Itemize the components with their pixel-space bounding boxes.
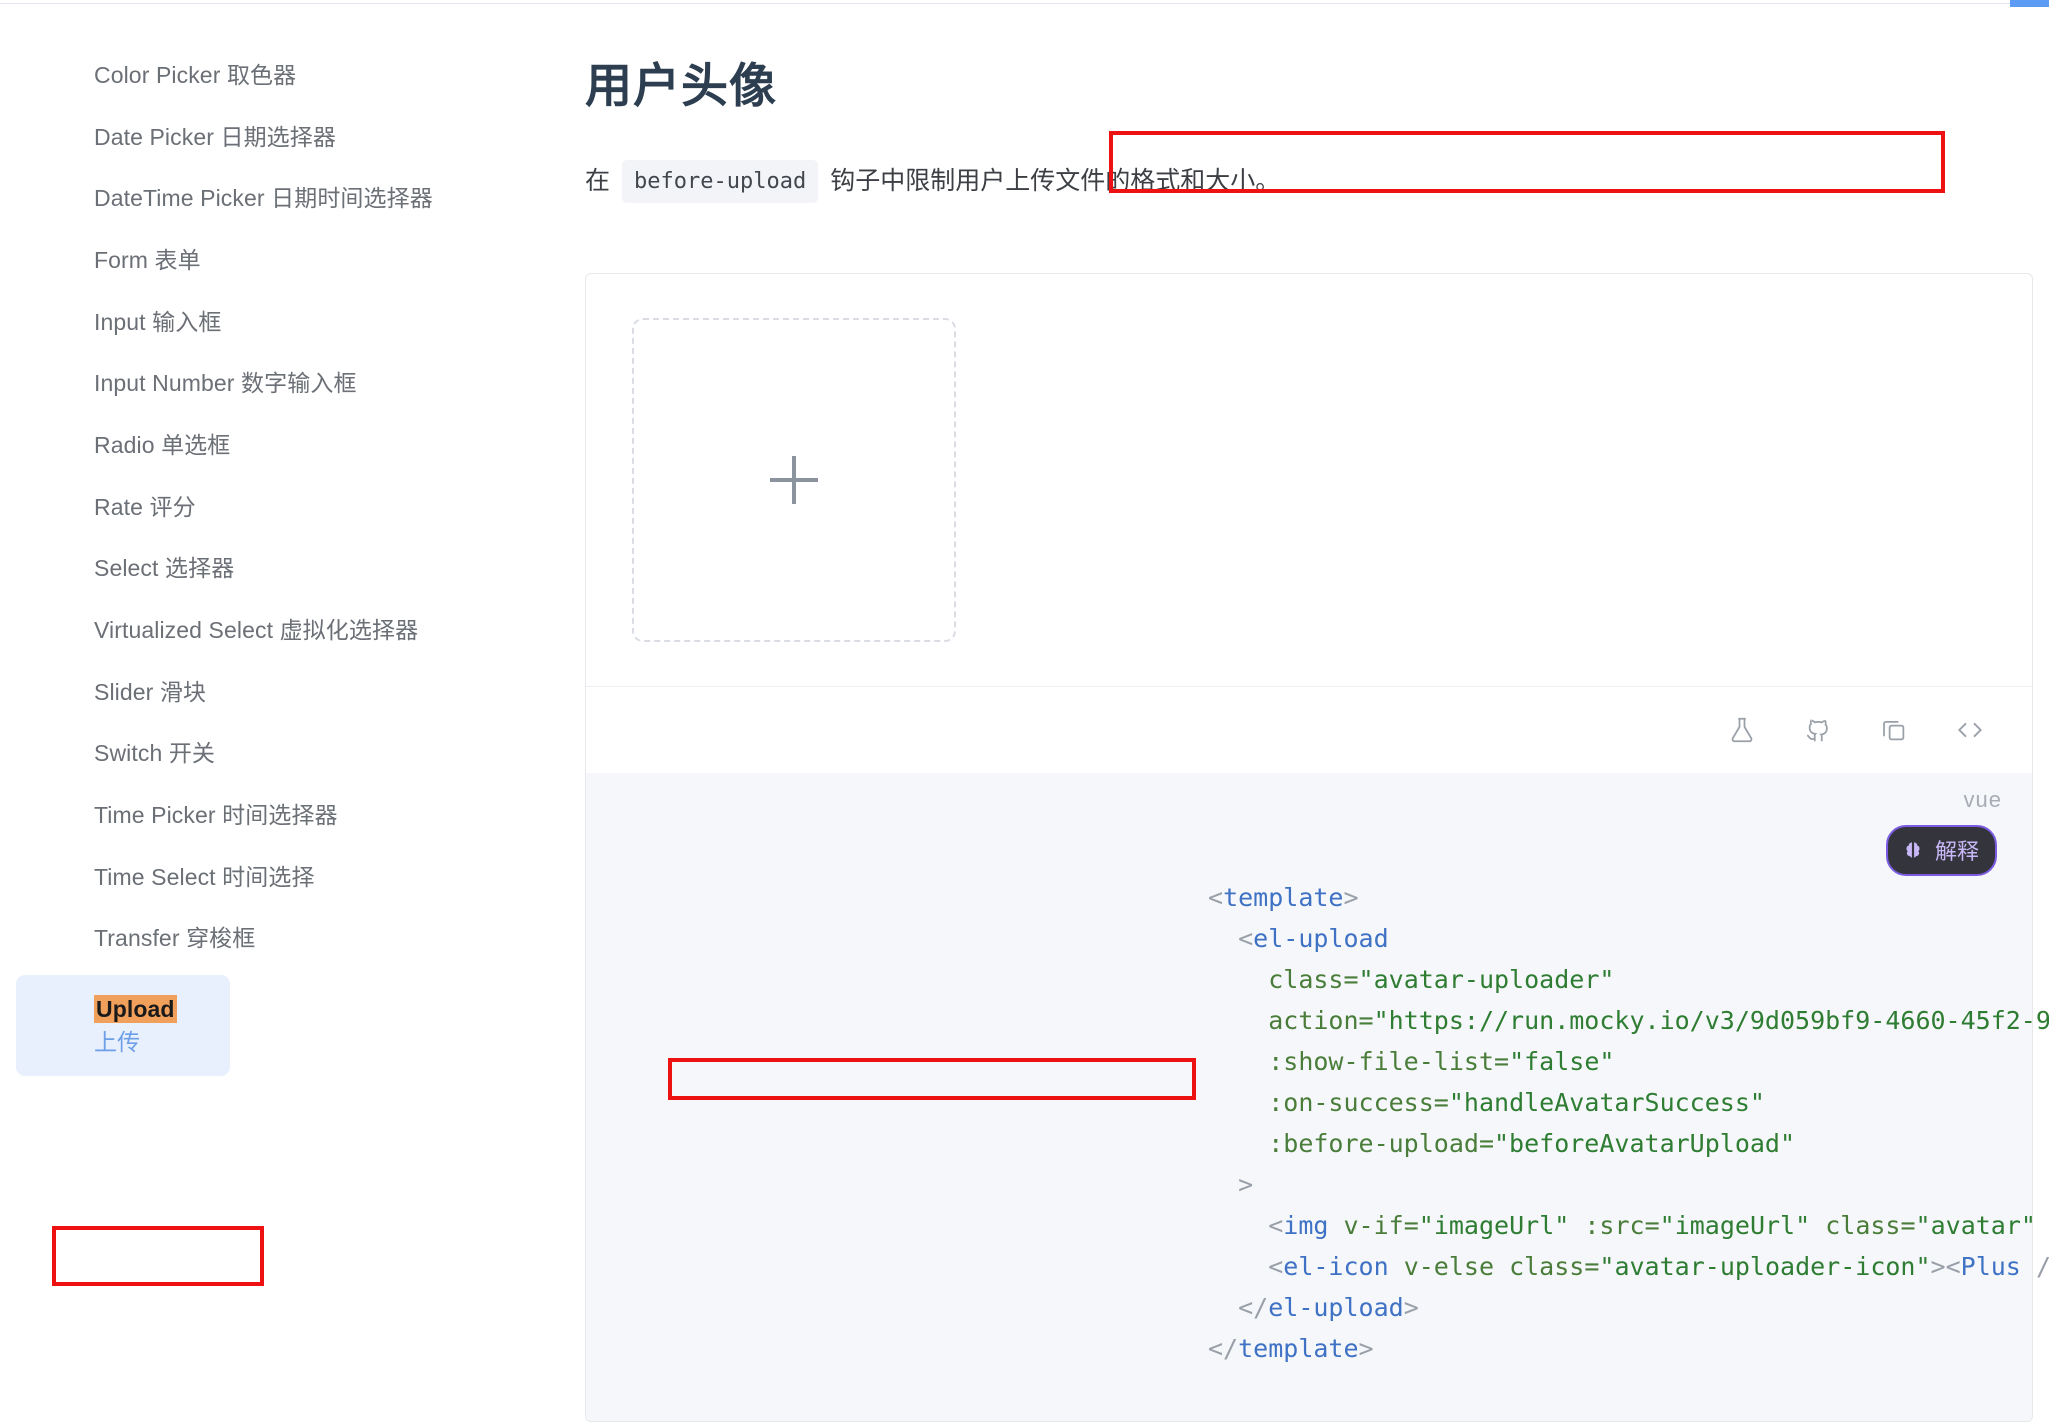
sidebar-item-date-picker[interactable]: Date Picker 日期选择器 xyxy=(16,112,500,163)
explain-button-label: 解释 xyxy=(1935,834,1979,866)
sidebar-item-switch[interactable]: Switch 开关 xyxy=(16,728,500,779)
sidebar-item-form[interactable]: Form 表单 xyxy=(16,235,500,286)
code-language-label: vue xyxy=(1964,787,2002,813)
sidebar-item-virtualized-select[interactable]: Virtualized Select 虚拟化选择器 xyxy=(16,605,500,656)
code-line: <el-upload xyxy=(1208,918,2032,959)
code-line: :on-success="handleAvatarSuccess" xyxy=(1208,1082,2032,1123)
code-line: action="https://run.mocky.io/v3/9d059bf9… xyxy=(1208,1000,2032,1041)
page-title: 用户头像 xyxy=(585,47,2029,116)
explain-button[interactable]: 解释 xyxy=(1886,825,1997,876)
main-content: 用户头像 在 before-upload 钩子中限制用户上传文件的格式和大小。 xyxy=(560,5,2049,1333)
sidebar-item-label: Transfer 穿梭框 xyxy=(94,925,255,951)
code-block[interactable]: <template> <el-upload class="avatar-uplo… xyxy=(586,877,2032,1369)
flask-icon[interactable] xyxy=(1726,714,1758,746)
brain-icon xyxy=(1900,839,1926,861)
sidebar-item-color-picker[interactable]: Color Picker 取色器 xyxy=(16,59,500,101)
sidebar-item-datetime-picker[interactable]: DateTime Picker 日期时间选择器 xyxy=(16,173,500,224)
code-panel: vue 解释 <template> <el-upload class="avat… xyxy=(586,773,2032,1421)
sidebar-item-label: Switch 开关 xyxy=(94,740,215,766)
sidebar-item-radio[interactable]: Radio 单选框 xyxy=(16,420,500,471)
description-suffix: 钩子中限制用户上传文件的格式和大小。 xyxy=(830,163,1280,201)
sidebar-item-input[interactable]: Input 输入框 xyxy=(16,297,500,348)
page-root: Color Picker 取色器 Date Picker 日期选择器 DateT… xyxy=(0,5,2049,1333)
sidebar-item-label: Slider 滑块 xyxy=(94,679,206,705)
code-line: <template> xyxy=(1208,877,2032,918)
code-line: > xyxy=(1208,1164,2032,1205)
sidebar-item-label: Form 表单 xyxy=(94,247,201,273)
sidebar-item-slider[interactable]: Slider 滑块 xyxy=(16,667,500,718)
demo-card: vue 解释 <template> <el-upload class="avat… xyxy=(585,273,2033,1422)
inline-code-before-upload: before-upload xyxy=(622,160,818,203)
description-prefix: 在 xyxy=(585,163,610,201)
code-line: :show-file-list="false" xyxy=(1208,1041,2032,1082)
code-line: <el-icon v-else class="avatar-uploader-i… xyxy=(1208,1246,2032,1287)
annotation-box-upload-nav xyxy=(52,1226,264,1286)
code-line: </el-upload> xyxy=(1208,1287,2032,1328)
code-line-before-upload: :before-upload="beforeAvatarUpload" xyxy=(1208,1123,2032,1164)
code-line: <img v-if="imageUrl" :src="imageUrl" cla… xyxy=(1208,1205,2032,1246)
sidebar-item-label: Time Picker 时间选择器 xyxy=(94,802,338,828)
sidebar-item-label: Input 输入框 xyxy=(94,309,221,335)
sidebar-item-select[interactable]: Select 选择器 xyxy=(16,543,500,594)
sidebar-item-label: Select 选择器 xyxy=(94,555,234,581)
sidebar-item-label-en: Upload xyxy=(94,995,177,1023)
demo-toolbar xyxy=(586,687,2032,773)
sidebar-item-label: DateTime Picker 日期时间选择器 xyxy=(94,185,433,211)
sidebar-item-time-picker[interactable]: Time Picker 时间选择器 xyxy=(16,790,500,841)
sidebar-item-upload[interactable]: Upload 上传 xyxy=(16,975,230,1076)
sidebar-item-label: Virtualized Select 虚拟化选择器 xyxy=(94,617,418,643)
plus-icon xyxy=(770,456,818,504)
code-line: class="avatar-uploader" xyxy=(1208,959,2032,1000)
sidebar-item-label: Color Picker 取色器 xyxy=(94,62,296,88)
description-paragraph: 在 before-upload 钩子中限制用户上传文件的格式和大小。 xyxy=(585,160,2029,203)
sidebar-item-transfer[interactable]: Transfer 穿梭框 xyxy=(16,913,500,964)
code-brackets-icon[interactable] xyxy=(1954,714,1986,746)
sidebar-item-label-cn: 上传 xyxy=(94,1029,140,1055)
sidebar: Color Picker 取色器 Date Picker 日期选择器 DateT… xyxy=(0,5,560,1333)
sidebar-item-rate[interactable]: Rate 评分 xyxy=(16,482,500,533)
github-icon[interactable] xyxy=(1802,714,1834,746)
sidebar-item-input-number[interactable]: Input Number 数字输入框 xyxy=(16,358,500,409)
avatar-uploader-dropzone[interactable] xyxy=(632,318,956,642)
copy-icon[interactable] xyxy=(1878,714,1910,746)
sidebar-item-label: Date Picker 日期选择器 xyxy=(94,124,336,150)
code-line: </template> xyxy=(1208,1328,2032,1369)
sidebar-item-label: Rate 评分 xyxy=(94,494,196,520)
sidebar-item-label: Radio 单选框 xyxy=(94,432,230,458)
sidebar-item-time-select[interactable]: Time Select 时间选择 xyxy=(16,852,500,903)
demo-preview-area xyxy=(586,274,2032,687)
top-divider xyxy=(0,3,2049,4)
sidebar-item-label: Time Select 时间选择 xyxy=(94,864,315,890)
sidebar-nav-list: Color Picker 取色器 Date Picker 日期选择器 DateT… xyxy=(0,59,560,1076)
sidebar-item-label: Input Number 数字输入框 xyxy=(94,370,357,396)
